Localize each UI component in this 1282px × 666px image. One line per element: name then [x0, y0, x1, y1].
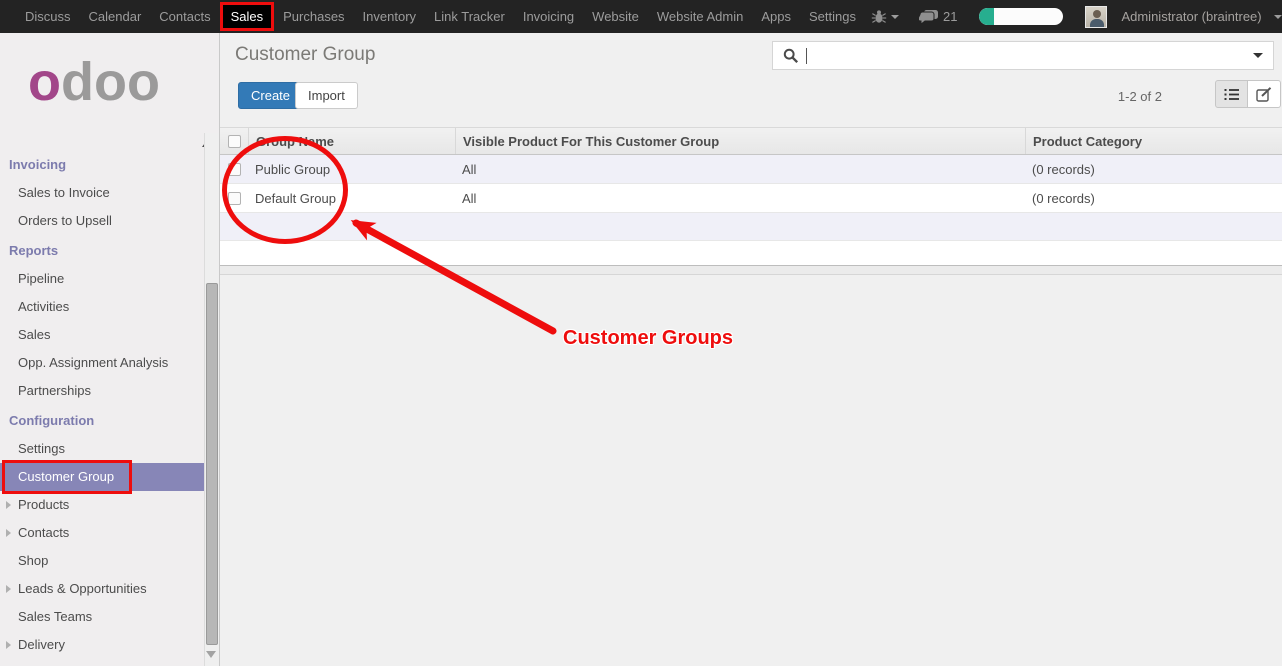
table-row[interactable]: Public Group All (0 records)	[220, 155, 1282, 184]
sidebar-menu: Invoicing Sales to Invoice Orders to Ups…	[0, 141, 204, 666]
sidebar-item-sales[interactable]: Sales	[0, 321, 204, 349]
messages-menu[interactable]: 21	[913, 9, 963, 25]
usage-progress-fill	[979, 8, 994, 25]
column-header-visible-product[interactable]: Visible Product For This Customer Group	[455, 128, 1025, 154]
expand-arrow-icon	[6, 501, 11, 509]
empty-filler-row	[220, 241, 1282, 266]
message-count: 21	[943, 9, 957, 24]
nav-item-contacts[interactable]: Contacts	[150, 0, 219, 33]
create-button[interactable]: Create	[238, 82, 303, 109]
user-menu-label[interactable]: Administrator (braintree)	[1121, 9, 1261, 24]
cell-visible-product: All	[455, 162, 1025, 177]
nav-item-website[interactable]: Website	[583, 0, 648, 33]
expand-arrow-icon	[6, 585, 11, 593]
nav-item-sales-active[interactable]: Sales	[220, 2, 275, 31]
nav-item-website-admin[interactable]: Website Admin	[648, 0, 752, 33]
section-reports: Reports	[0, 237, 204, 265]
sidebar-item-pipeline[interactable]: Pipeline	[0, 265, 204, 293]
sidebar-item-settings[interactable]: Settings	[0, 435, 204, 463]
cell-group-name: Public Group	[248, 162, 455, 177]
user-avatar[interactable]	[1085, 6, 1107, 28]
sidebar-item-customer-group[interactable]: Customer Group	[0, 463, 204, 491]
sidebar-item-leads-opportunities[interactable]: Leads & Opportunities	[0, 575, 204, 603]
sidebar-item-label: Products	[18, 497, 69, 512]
column-header-product-category[interactable]: Product Category	[1025, 128, 1282, 154]
import-button[interactable]: Import	[295, 82, 358, 109]
empty-filler-row	[220, 213, 1282, 241]
sidebar-item-label: Contacts	[18, 525, 69, 540]
search-bar[interactable]	[772, 41, 1274, 70]
pager-range: 1-2 of 2	[1118, 89, 1162, 104]
sidebar-item-contacts[interactable]: Contacts	[0, 519, 204, 547]
usage-progress-bar	[979, 8, 1063, 25]
search-dropdown-caret-icon[interactable]	[1253, 53, 1263, 58]
nav-item-discuss[interactable]: Discuss	[16, 0, 80, 33]
sidebar-item-products[interactable]: Products	[0, 491, 204, 519]
top-navbar: Discuss Calendar Contacts Sales Purchase…	[0, 0, 1282, 33]
sidebar-item-shop[interactable]: Shop	[0, 547, 204, 575]
nav-item-apps[interactable]: Apps	[752, 0, 800, 33]
list-view-button[interactable]	[1215, 80, 1248, 108]
section-invoicing: Invoicing	[0, 151, 204, 179]
view-switcher	[1215, 80, 1281, 108]
select-all-cell	[220, 128, 248, 154]
nav-item-purchases[interactable]: Purchases	[274, 0, 353, 33]
nav-item-link-tracker[interactable]: Link Tracker	[425, 0, 514, 33]
column-header-group-name[interactable]: Group Name	[248, 128, 455, 154]
edit-pencil-icon	[1256, 87, 1272, 102]
sidebar-scrollbar[interactable]	[204, 133, 219, 666]
row-checkbox-cell	[220, 192, 248, 205]
sidebar-item-partnerships[interactable]: Partnerships	[0, 377, 204, 405]
sidebar-item-activities[interactable]: Activities	[0, 293, 204, 321]
nav-item-inventory[interactable]: Inventory	[354, 0, 425, 33]
cell-product-category: (0 records)	[1025, 162, 1282, 177]
cell-product-category: (0 records)	[1025, 191, 1282, 206]
search-text-cursor	[806, 48, 807, 64]
cell-group-name: Default Group	[248, 191, 455, 206]
bug-icon	[871, 9, 887, 24]
main-content: Customer Group Create Import 1-2 of 2	[220, 33, 1282, 666]
sidebar-item-label: Leads & Opportunities	[18, 581, 147, 596]
sidebar: odoo Invoicing Sales to Invoice Orders t…	[0, 33, 220, 666]
odoo-logo: odoo	[28, 55, 219, 109]
chevron-down-icon	[891, 15, 899, 19]
select-all-checkbox[interactable]	[228, 135, 241, 148]
debug-menu[interactable]	[865, 9, 905, 24]
expand-arrow-icon	[6, 641, 11, 649]
sidebar-item-sales-to-invoice[interactable]: Sales to Invoice	[0, 179, 204, 207]
table-row[interactable]: Default Group All (0 records)	[220, 184, 1282, 213]
row-checkbox[interactable]	[228, 163, 241, 176]
row-checkbox[interactable]	[228, 192, 241, 205]
systray: 21 Administrator (braintree)	[865, 6, 1282, 28]
row-checkbox-cell	[220, 163, 248, 176]
customer-group-list: Group Name Visible Product For This Cust…	[220, 127, 1282, 275]
search-icon	[783, 48, 799, 64]
odoo-logo-accent: o	[28, 52, 61, 112]
list-view-icon	[1224, 88, 1240, 101]
user-menu-caret-icon[interactable]	[1274, 15, 1282, 19]
sidebar-scrollbar-thumb[interactable]	[206, 283, 218, 645]
nav-item-settings[interactable]: Settings	[800, 0, 865, 33]
sidebar-item-sales-teams[interactable]: Sales Teams	[0, 603, 204, 631]
sidebar-scroll-down-icon[interactable]	[206, 651, 216, 658]
cell-visible-product: All	[455, 191, 1025, 206]
sidebar-item-opp-assignment-analysis[interactable]: Opp. Assignment Analysis	[0, 349, 204, 377]
sidebar-item-delivery[interactable]: Delivery	[0, 631, 204, 659]
annotation-callout-label: Customer Groups	[563, 327, 733, 350]
section-configuration: Configuration	[0, 407, 204, 435]
expand-arrow-icon	[6, 529, 11, 537]
sidebar-item-orders-to-upsell[interactable]: Orders to Upsell	[0, 207, 204, 235]
chat-bubbles-icon	[919, 9, 939, 25]
page-title: Customer Group	[235, 44, 375, 66]
form-view-button[interactable]	[1248, 80, 1281, 108]
sidebar-item-label: Delivery	[18, 637, 65, 652]
odoo-app-window: Discuss Calendar Contacts Sales Purchase…	[0, 0, 1282, 666]
nav-item-invoicing[interactable]: Invoicing	[514, 0, 583, 33]
table-bottom-strip	[220, 266, 1282, 275]
table-header-row: Group Name Visible Product For This Cust…	[220, 127, 1282, 155]
nav-item-calendar[interactable]: Calendar	[80, 0, 151, 33]
odoo-logo-rest: doo	[61, 52, 160, 112]
